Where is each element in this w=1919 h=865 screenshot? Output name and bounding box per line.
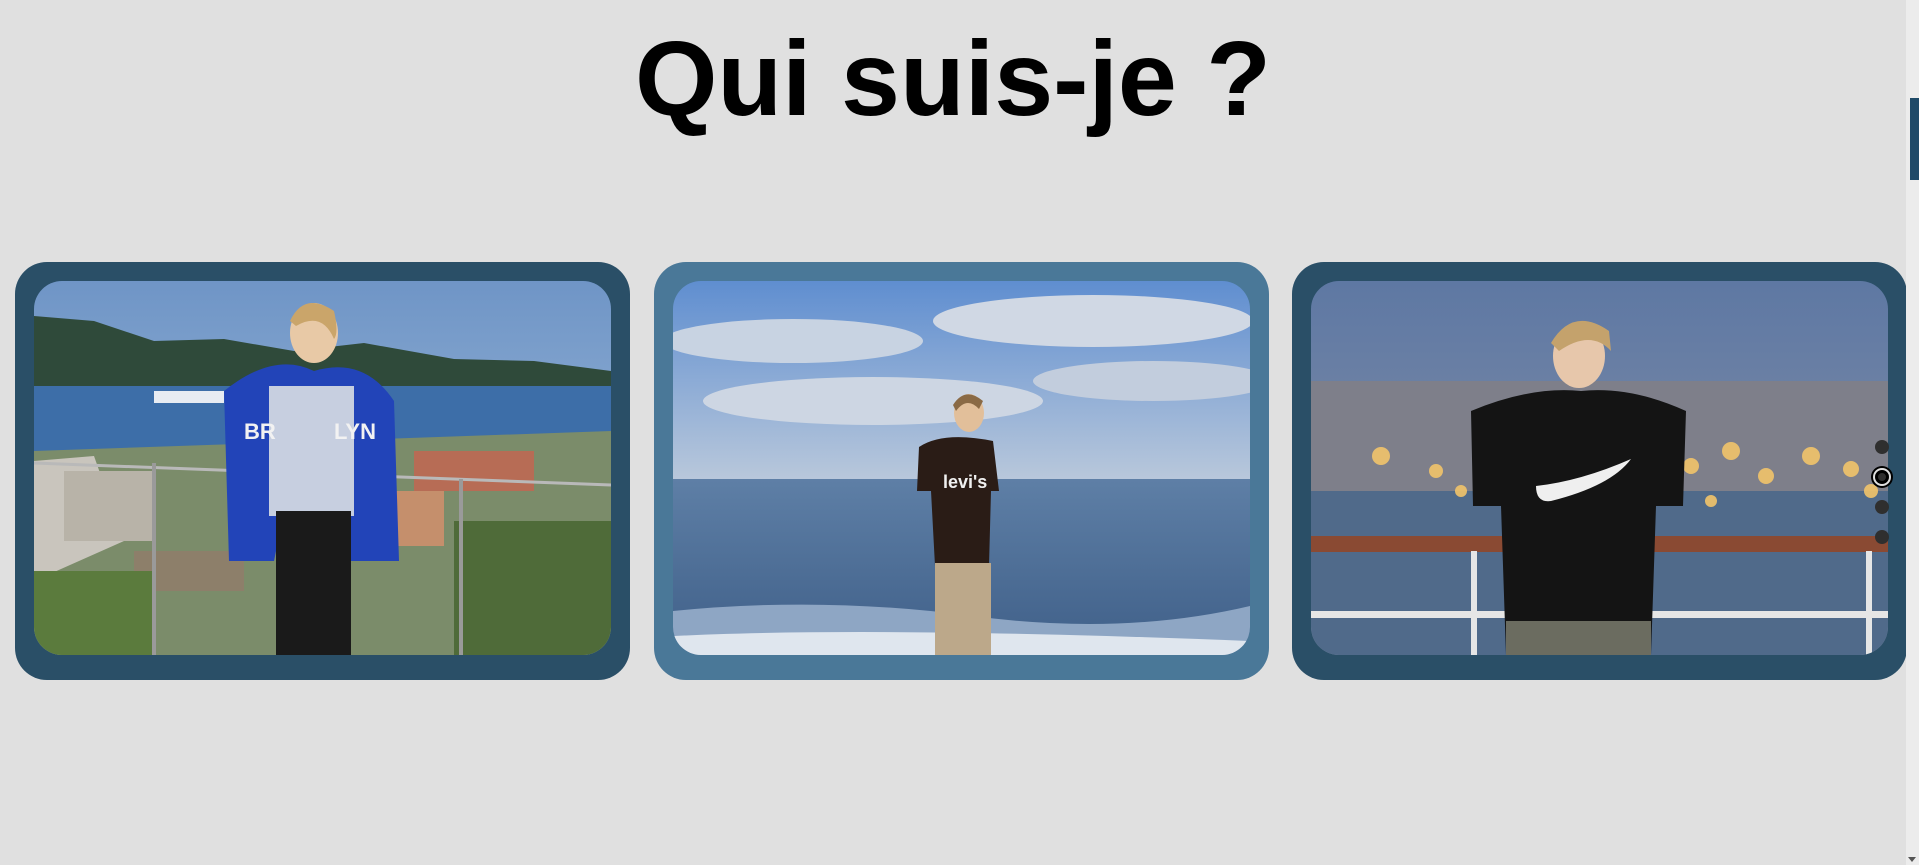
svg-text:BR: BR xyxy=(244,419,276,444)
person-seaside-photo: levi's xyxy=(673,281,1250,655)
carousel-dot-4[interactable] xyxy=(1875,530,1889,544)
photo-card-1[interactable]: BR LYN xyxy=(15,262,630,680)
carousel-dot-1[interactable] xyxy=(1875,440,1889,454)
svg-text:LYN: LYN xyxy=(334,419,376,444)
vertical-scrollbar[interactable] xyxy=(1906,0,1919,865)
page-title: Qui suis-je ? xyxy=(634,20,1272,138)
person-city-night-photo xyxy=(1311,281,1888,655)
carousel-dot-2-active[interactable] xyxy=(1875,470,1889,484)
carousel-pagination xyxy=(1874,440,1890,560)
photo-card-2[interactable]: levi's xyxy=(654,262,1269,680)
carousel-dot-3[interactable] xyxy=(1875,500,1889,514)
person-harbor-view-photo: BR LYN xyxy=(34,281,611,655)
scrollbar-thumb[interactable] xyxy=(1910,98,1919,180)
photo-card-3[interactable] xyxy=(1292,262,1907,680)
scroll-down-arrow-icon[interactable] xyxy=(1908,857,1916,862)
svg-text:levi's: levi's xyxy=(943,472,987,492)
